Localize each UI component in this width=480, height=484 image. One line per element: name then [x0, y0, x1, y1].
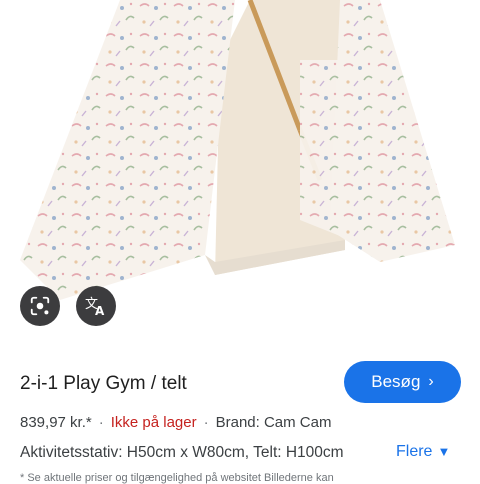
visit-button[interactable]: Besøg › — [344, 361, 461, 403]
more-button-label: Flere — [396, 443, 433, 460]
separator-dot: · — [203, 414, 209, 431]
camera-lens-icon — [30, 296, 50, 316]
product-description: Aktivitetsstativ: H50cm x W80cm, Telt: H… — [20, 444, 344, 461]
translate-button[interactable]: 文 A — [76, 286, 116, 326]
visit-button-label: Besøg — [371, 372, 421, 391]
separator-dot: · — [98, 414, 104, 431]
price: 839,97 kr.* — [20, 414, 92, 431]
tent-illustration — [20, 0, 455, 300]
disclaimer-text: * Se aktuelle priser og tilgængelighed p… — [20, 472, 334, 484]
product-meta-row: 839,97 kr.* · Ikke på lager · Brand: Cam Cam — [20, 414, 331, 431]
chevron-right-icon: › — [428, 373, 434, 390]
brand: Brand: Cam Cam — [215, 414, 332, 431]
lens-button[interactable] — [20, 286, 60, 326]
product-image[interactable]: 文 A — [0, 0, 480, 340]
chevron-down-icon: ▼ — [437, 444, 451, 459]
more-button[interactable]: Flere ▼ — [396, 443, 450, 461]
product-title[interactable]: 2-i-1 Play Gym / telt — [20, 373, 187, 395]
stock-status: Ikke på lager — [110, 414, 197, 431]
translate-icon: 文 A — [85, 297, 105, 317]
svg-text:A: A — [95, 304, 105, 317]
